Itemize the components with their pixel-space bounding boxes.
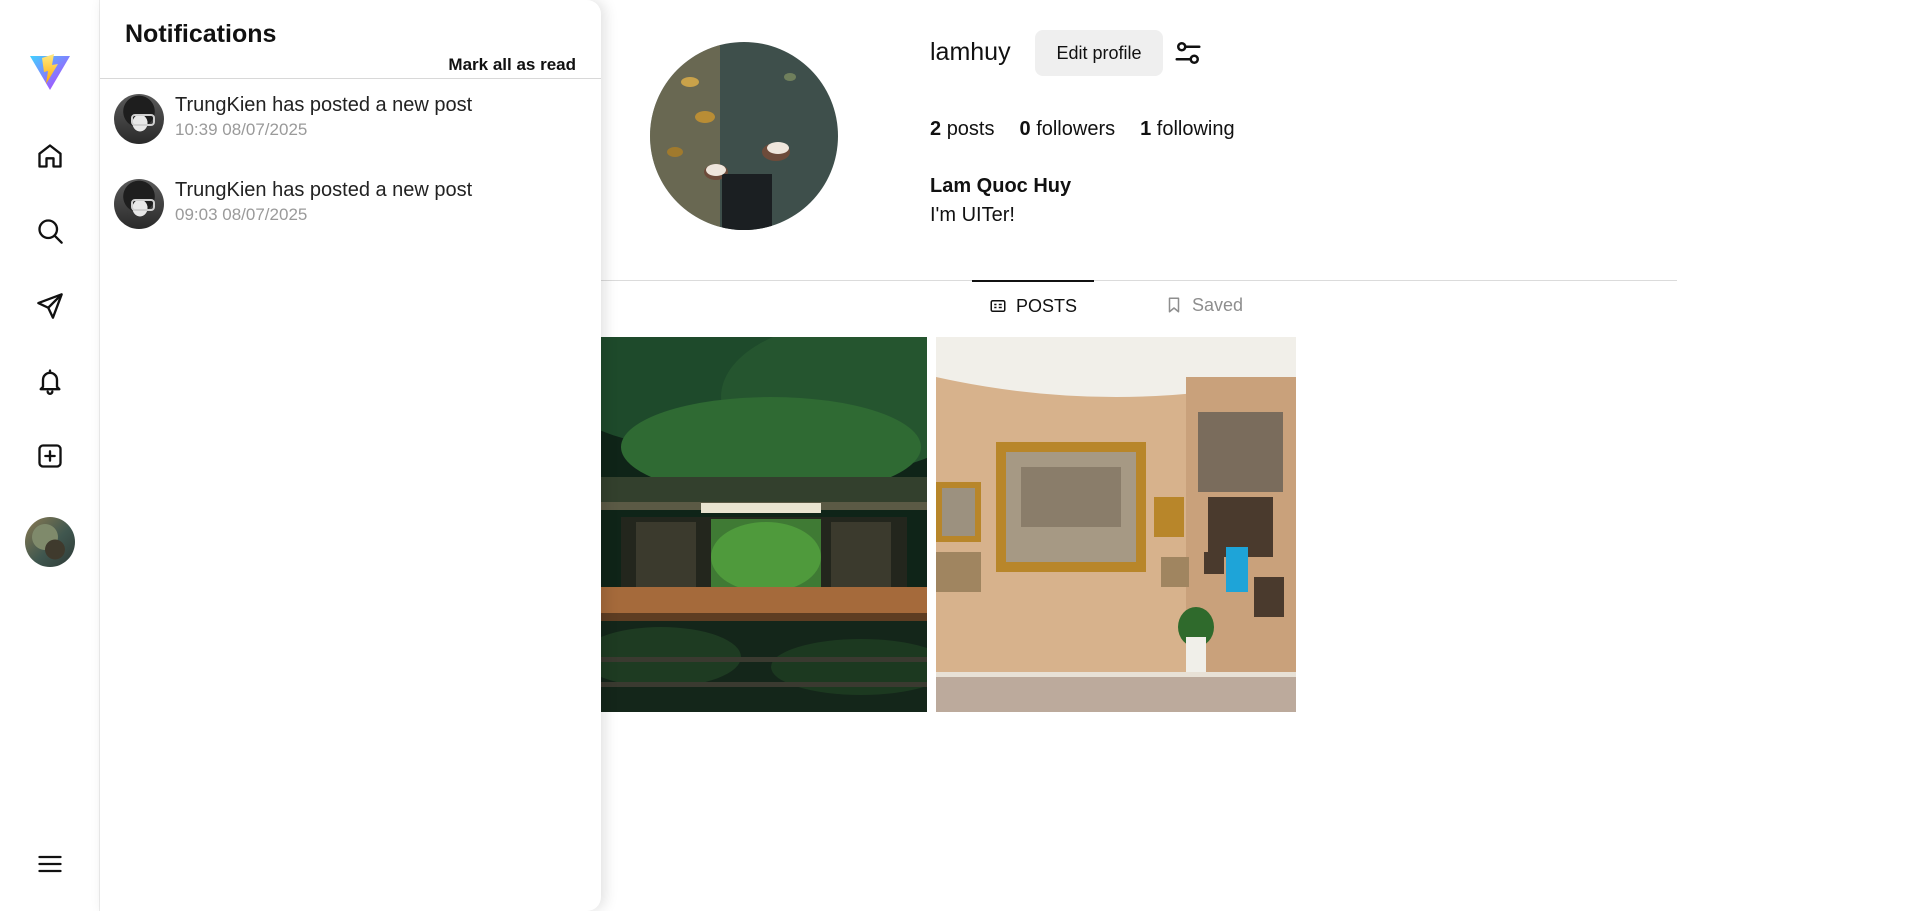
profile-avatar[interactable]: [650, 42, 838, 230]
logo-icon[interactable]: [28, 52, 72, 92]
avatar: [114, 179, 164, 229]
bell-icon: [39, 369, 60, 395]
sidebar-item-notifications[interactable]: [32, 363, 68, 399]
profile-username: lamhuy: [930, 38, 1011, 66]
notifications-title: Notifications: [125, 20, 277, 48]
avatar: [24, 517, 75, 567]
stat-following[interactable]: 1 following: [1140, 118, 1235, 141]
tab-saved[interactable]: Saved: [1165, 280, 1243, 330]
posts-count: 2: [930, 118, 942, 140]
profile-stats: 2 posts 0 followers 1 following: [930, 118, 1235, 141]
notification-message: TrungKien has posted a new post: [175, 94, 473, 116]
notification-time: 10:39 08/07/2025: [175, 120, 308, 139]
post-thumbnail[interactable]: [936, 337, 1296, 712]
notifications-divider: [100, 78, 601, 79]
search-icon: [37, 219, 63, 244]
plus-square-icon: [37, 444, 62, 468]
notification-message: TrungKien has posted a new post: [175, 179, 473, 201]
sidebar-item-more[interactable]: [32, 846, 68, 882]
settings-sliders-icon[interactable]: [1173, 38, 1203, 73]
stat-posts[interactable]: 2 posts: [930, 118, 995, 141]
post-thumbnail[interactable]: [601, 337, 927, 712]
tab-posts[interactable]: POSTS: [972, 280, 1094, 330]
send-icon: [36, 293, 63, 319]
tab-saved-label: Saved: [1192, 294, 1244, 315]
avatar: [114, 94, 164, 144]
notifications-panel: Notifications Mark all as read TrungKien…: [100, 0, 601, 911]
profile-display-name: Lam Quoc Huy: [930, 175, 1072, 197]
tabs-divider: [601, 280, 1677, 281]
sidebar-item-create[interactable]: [32, 438, 68, 474]
profile-bio: I'm UITer!: [930, 204, 1015, 226]
menu-icon: [37, 855, 62, 873]
posts-grid-icon: [990, 300, 1006, 312]
followers-label: followers: [1036, 118, 1116, 140]
tab-posts-label: POSTS: [1015, 295, 1077, 316]
sidebar-item-messages[interactable]: [32, 288, 68, 324]
notification-item[interactable]: TrungKien has posted a new post 09:03 08…: [114, 177, 584, 262]
stat-followers[interactable]: 0 followers: [1020, 118, 1116, 141]
notification-item[interactable]: TrungKien has posted a new post 10:39 08…: [114, 92, 584, 177]
home-icon: [37, 144, 62, 168]
following-label: following: [1156, 118, 1235, 140]
bookmark-icon: [1168, 297, 1180, 313]
followers-count: 0: [1019, 118, 1031, 140]
posts-label: posts: [946, 118, 995, 140]
sidebar-item-profile[interactable]: [24, 517, 75, 567]
sidebar-item-search[interactable]: [32, 213, 68, 249]
mark-all-read-button[interactable]: Mark all as read: [448, 55, 576, 75]
following-count: 1: [1140, 118, 1152, 140]
sidebar-item-home[interactable]: [32, 138, 68, 174]
edit-profile-button[interactable]: Edit profile: [1035, 30, 1163, 76]
sidebar: [0, 0, 100, 911]
notifications-list: TrungKien has posted a new post 10:39 08…: [114, 92, 584, 262]
notification-time: 09:03 08/07/2025: [175, 205, 308, 224]
